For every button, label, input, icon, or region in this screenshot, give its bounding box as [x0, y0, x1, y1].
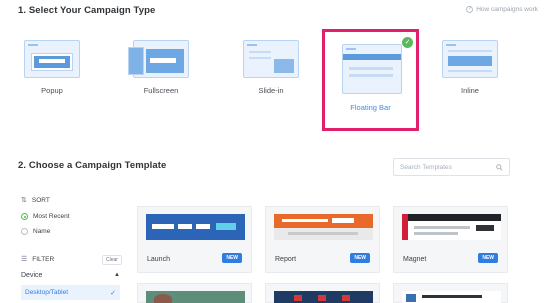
- template-thumbnail: [274, 291, 373, 303]
- template-thumbnail: [274, 214, 373, 240]
- template-card-launch[interactable]: Launch NEW: [137, 206, 252, 273]
- search-placeholder: Search Templates: [400, 163, 452, 171]
- filter-heading: ☰ FILTER: [21, 255, 55, 264]
- floating-bar-illustration-icon: [342, 44, 402, 94]
- template-thumbnail: [146, 291, 245, 303]
- type-popup[interactable]: Popup: [12, 40, 92, 95]
- template-name: Report: [275, 256, 297, 263]
- search-icon: [496, 163, 503, 171]
- radio-selected-icon: [21, 213, 28, 220]
- template-card[interactable]: [265, 283, 380, 303]
- search-templates-input[interactable]: Search Templates: [393, 158, 510, 176]
- slide-in-illustration-icon: [243, 40, 299, 78]
- template-thumbnail: [402, 291, 501, 303]
- new-badge: NEW: [222, 253, 242, 263]
- filter-icon: ☰: [21, 256, 28, 263]
- check-icon: ✓: [110, 289, 116, 297]
- new-badge: NEW: [478, 253, 498, 263]
- checkmark-icon: ✓: [402, 37, 413, 48]
- type-slide-in[interactable]: Slide-in: [231, 40, 311, 95]
- template-name: Magnet: [403, 256, 427, 263]
- inline-illustration-icon: [442, 40, 498, 78]
- type-label: Slide-in: [258, 86, 284, 95]
- clear-filter-button[interactable]: Clear: [102, 255, 122, 265]
- type-label: Floating Bar: [350, 103, 391, 112]
- sort-heading: ⇅ SORT: [21, 196, 50, 205]
- type-label: Inline: [461, 86, 479, 95]
- step1-title: 1. Select Your Campaign Type: [18, 5, 156, 16]
- sort-most-recent[interactable]: Most Recent: [21, 213, 70, 220]
- how-campaigns-work-link[interactable]: ? How campaigns work: [466, 6, 538, 13]
- template-card[interactable]: [393, 283, 508, 303]
- template-name: Launch: [147, 256, 170, 263]
- popup-illustration-icon: [24, 40, 80, 78]
- template-card-report[interactable]: Report NEW: [265, 206, 380, 273]
- how-campaigns-work-label: How campaigns work: [476, 6, 538, 13]
- type-inline[interactable]: Inline: [430, 40, 510, 95]
- question-icon: ?: [466, 6, 474, 13]
- fullscreen-illustration-icon: [128, 40, 189, 78]
- step2-title: 2. Choose a Campaign Template: [18, 160, 167, 171]
- device-desktop-tablet-option[interactable]: Desktop/Tablet ✓: [21, 285, 120, 300]
- template-thumbnail: [402, 214, 501, 240]
- template-card-magnet[interactable]: Magnet NEW: [393, 206, 508, 273]
- type-label: Fullscreen: [143, 86, 179, 95]
- device-filter-toggle[interactable]: Device ▲: [21, 272, 120, 279]
- new-badge: NEW: [350, 253, 370, 263]
- sort-icon: ⇅: [21, 197, 27, 204]
- type-fullscreen[interactable]: Fullscreen: [121, 40, 201, 95]
- type-label: Popup: [41, 86, 63, 95]
- chevron-up-icon: ▲: [114, 272, 120, 278]
- type-floating-bar[interactable]: ✓ Floating Bar: [322, 29, 419, 131]
- template-thumbnail: [146, 214, 245, 240]
- template-card[interactable]: [137, 283, 252, 303]
- radio-icon: [21, 228, 28, 235]
- sort-name[interactable]: Name: [21, 228, 50, 235]
